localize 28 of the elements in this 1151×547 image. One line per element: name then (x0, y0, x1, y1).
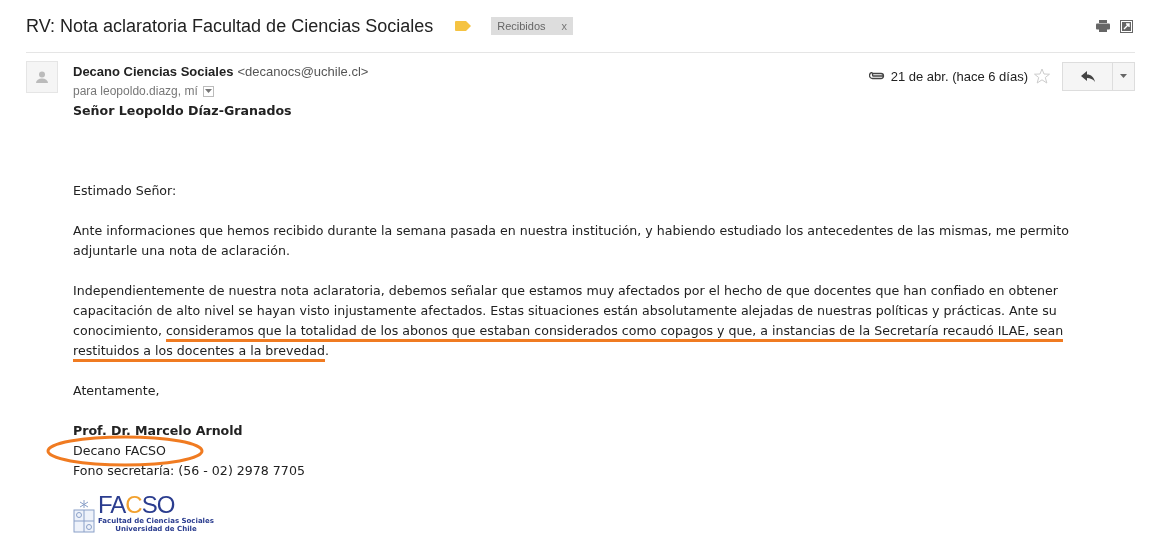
star-icon[interactable] (1034, 68, 1050, 84)
caret-icon (1120, 74, 1127, 78)
details-dropdown-button[interactable] (202, 85, 214, 97)
label-chip[interactable]: Recibidos x (491, 17, 574, 35)
sender-email: <decanocs@uchile.cl> (237, 64, 369, 79)
sender-name: Decano Ciencias Sociales (73, 64, 234, 79)
remove-label-button[interactable]: x (561, 20, 568, 32)
new-window-icon[interactable] (1120, 19, 1133, 33)
date-text: 21 de abr. (hace 6 días) (890, 68, 1028, 84)
signature-line: Decano FACSO (73, 443, 166, 458)
crest-icon (73, 499, 95, 533)
body-paragraph: Atentamente, (73, 382, 161, 400)
signature-line: Fono secretaría: (56 - 02) 2978 7705 (73, 463, 305, 478)
body-paragraph: Independientemente de nuestra nota aclaratoria, debemos señalar que estamos muy afectados por el hecho de que docentes que han confiado en obtener capacitación de alto nivel se hayan visto injustamente afectados. Estas situaciones están absolutamente alejadas de nuestras políticas y prácticas. Ante su conocimiento, consideramos que la totalidad de los abonos que estaban considerados como copagos y que, a instancias de la Secretaría recaudó ILAE, sean restituidos a los docentes a la brevedad. (73, 281, 1098, 361)
body-paragraph: Ante informaciones que hemos recibido durante la semana pasada en nuestra institución, y habiendo estudiado los antecedentes de las mismas, me permito adjuntarle una nota de aclaración. (73, 222, 1070, 260)
more-options-button[interactable] (1113, 61, 1135, 91)
logo-name: FACSO (98, 493, 175, 517)
greeting-heading: Señor Leopoldo Díaz-Granados (73, 102, 293, 120)
avatar-icon (26, 61, 58, 93)
caret-icon (204, 89, 212, 93)
body-paragraph: Estimado Señor: (73, 182, 178, 200)
label-text: Recibidos (497, 20, 546, 32)
print-icon[interactable] (1096, 20, 1110, 32)
email-subject: RV: Nota aclaratoria Facultad de Ciencias Sociales (26, 15, 434, 37)
recipients-text: para leopoldo.diazg, mí (73, 84, 198, 98)
reply-button[interactable] (1062, 61, 1113, 91)
reply-icon (1080, 70, 1095, 82)
signature-line: Prof. Dr. Marcelo Arnold (73, 423, 243, 438)
